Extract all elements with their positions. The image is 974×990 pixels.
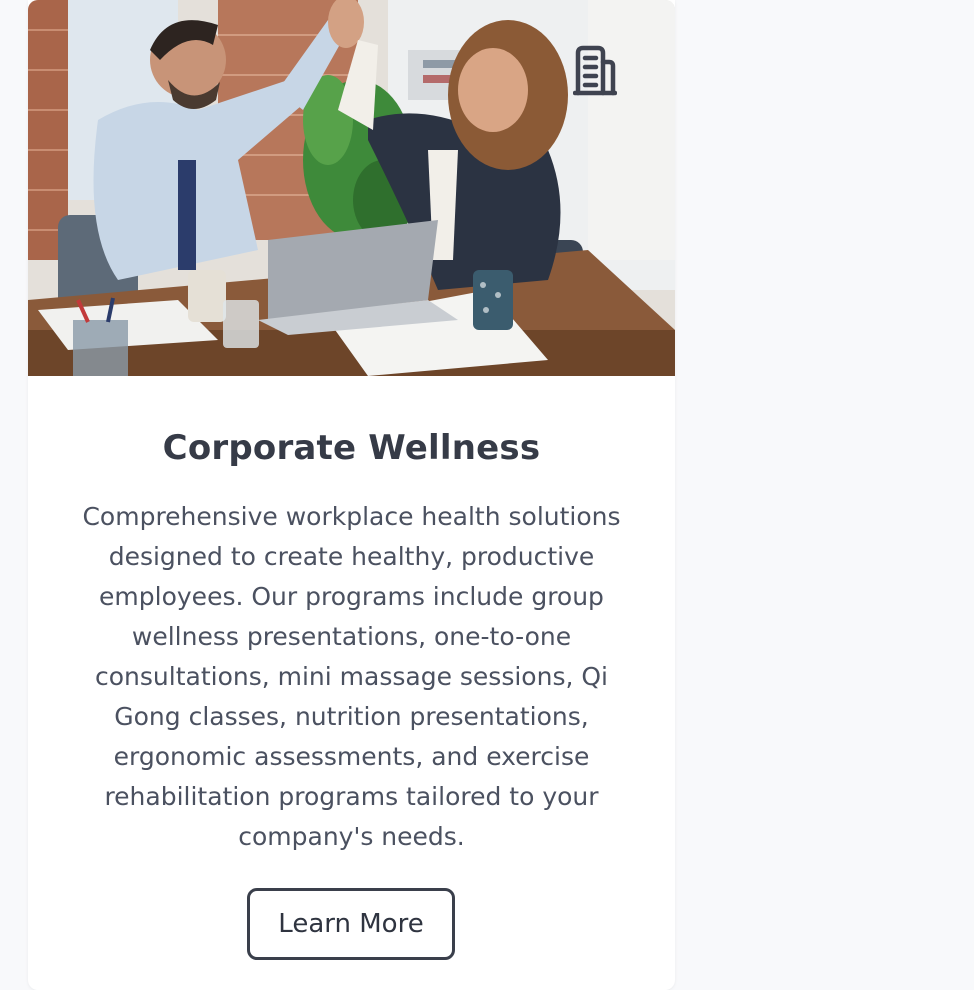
service-photo: [28, 0, 675, 376]
building-icon: [573, 45, 617, 96]
learn-more-button[interactable]: Learn More: [247, 888, 455, 960]
card-description: Comprehensive workplace health solutions…: [82, 502, 621, 851]
card-title: Corporate Wellness: [162, 428, 541, 468]
service-card: Corporate Wellness Comprehensive workpla…: [28, 0, 675, 990]
